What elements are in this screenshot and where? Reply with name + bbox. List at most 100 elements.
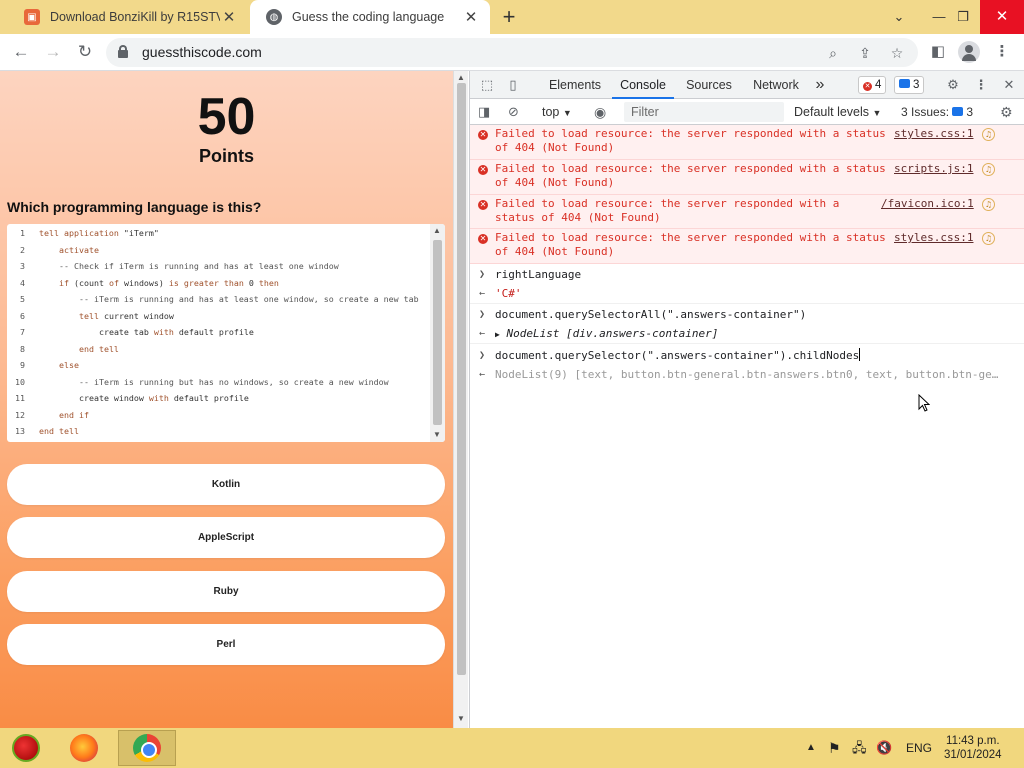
close-tab-icon[interactable]: ✕ xyxy=(220,8,238,26)
code-line: 3 -- Check if iTerm is running and has a… xyxy=(7,258,339,275)
bookmark-star-icon[interactable]: ☆ xyxy=(886,42,908,64)
tab-console[interactable]: Console xyxy=(612,71,674,99)
tab-sources[interactable]: Sources xyxy=(680,71,738,99)
lightbulb-icon[interactable]: ♫ xyxy=(982,128,995,141)
error-count: 4 xyxy=(875,79,882,91)
message-count-badge[interactable]: 3 xyxy=(894,76,925,94)
devtools-menu-icon[interactable]: ⋮ xyxy=(972,76,990,94)
error-source-link[interactable]: /favicon.ico:1 xyxy=(881,197,974,210)
taskbar-bonzikill-app[interactable] xyxy=(4,730,48,766)
zoom-icon[interactable]: ⌕ xyxy=(822,42,844,64)
forward-arrow-icon[interactable]: → xyxy=(41,40,65,64)
lightbulb-icon[interactable]: ♫ xyxy=(982,163,995,176)
taskbar-firefox-app[interactable] xyxy=(62,730,106,766)
close-devtools-icon[interactable]: ✕ xyxy=(1000,76,1018,94)
code-line: 2 activate xyxy=(7,242,99,259)
line-number: 7 xyxy=(20,327,25,337)
code-token: windows) xyxy=(123,277,169,288)
sidebar-toggle-icon[interactable]: ◨ xyxy=(478,99,490,125)
error-message: Failed to load resource: the server resp… xyxy=(495,231,886,244)
share-icon[interactable]: ⇪ xyxy=(854,42,876,64)
error-source-link[interactable]: styles.css:1 xyxy=(894,231,973,244)
inspect-element-icon[interactable]: ⬚ xyxy=(478,76,496,94)
tab-bonzikill[interactable]: ▣ Download BonziKill by R15STV - ✕ xyxy=(8,0,248,34)
console-result-line: ← ▶ NodeList [div.answers-container] xyxy=(470,324,1024,344)
clear-console-icon[interactable]: ⊘ xyxy=(508,99,519,125)
scroll-up-arrow-icon[interactable]: ▲ xyxy=(457,73,465,82)
settings-gear-icon[interactable]: ⚙ xyxy=(944,76,962,94)
profile-avatar-icon[interactable] xyxy=(957,40,981,64)
filter-input[interactable]: Filter xyxy=(624,102,784,122)
new-tab-button[interactable]: + xyxy=(498,6,520,28)
answer-button-perl[interactable]: Perl xyxy=(7,624,445,665)
line-number: 3 xyxy=(20,261,25,271)
scroll-thumb[interactable] xyxy=(457,83,466,675)
bonzi-favicon-icon: ▣ xyxy=(24,9,40,25)
code-token: create tab xyxy=(98,327,154,337)
language-indicator[interactable]: ENG xyxy=(906,728,932,768)
action-center-flag-icon[interactable]: ⚑ xyxy=(828,728,841,768)
live-expression-eye-icon[interactable]: ◉ xyxy=(594,99,606,125)
answer-button-kotlin[interactable]: Kotlin xyxy=(7,464,445,505)
volume-muted-icon[interactable]: 🔇 xyxy=(876,728,892,768)
system-clock[interactable]: 11:43 p.m. 31/01/2024 xyxy=(944,734,1002,762)
code-line: 8 end tell xyxy=(7,341,119,358)
code-token: -- Check if iTerm is running and has at … xyxy=(58,261,339,271)
console-prompt-input[interactable]: document.querySelector(".answers-contain… xyxy=(495,346,861,366)
error-count-badge[interactable]: ✕ 4 xyxy=(858,76,887,94)
device-toolbar-icon[interactable]: ▯ xyxy=(504,76,522,94)
nodelist-result[interactable]: ▶ NodeList [div.answers-container] xyxy=(495,324,718,345)
tab-search-chevron-icon[interactable]: ⌄ xyxy=(878,0,920,34)
page-scrollbar[interactable]: ▲ ▼ xyxy=(453,71,468,728)
restore-button[interactable]: ❐ xyxy=(942,0,984,34)
address-bar[interactable]: guessthiscode.com ⌕ ⇪ ☆ xyxy=(106,38,918,67)
scroll-down-arrow-icon[interactable]: ▼ xyxy=(457,714,465,723)
error-message-cont: status of 404 (Not Found) xyxy=(495,211,661,224)
code-token: of xyxy=(108,277,124,288)
scroll-up-arrow-icon[interactable]: ▲ xyxy=(433,226,441,235)
tab-guess-language[interactable]: ◍ Guess the coding language ✕ xyxy=(250,0,490,34)
code-token: "iTerm" xyxy=(123,228,159,238)
console-input[interactable]: document.querySelectorAll(".answers-cont… xyxy=(495,305,806,325)
log-levels-dropdown[interactable]: Default levels ▼ xyxy=(794,99,881,125)
expand-triangle-icon[interactable]: ▶ xyxy=(495,330,500,339)
url-text[interactable]: guessthiscode.com xyxy=(142,44,262,60)
context-selector[interactable]: top ▼ xyxy=(542,99,572,125)
answer-button-ruby[interactable]: Ruby xyxy=(7,571,445,612)
error-message-cont: of 404 (Not Found) xyxy=(495,176,615,189)
lightbulb-icon[interactable]: ♫ xyxy=(982,198,995,211)
side-panel-icon[interactable]: ◧ xyxy=(926,40,950,64)
console-settings-gear-icon[interactable]: ⚙ xyxy=(1000,99,1013,125)
console-result-line: ← 'C#' xyxy=(470,284,1024,304)
network-icon[interactable]: 🖧 xyxy=(852,728,867,768)
tab-network[interactable]: Network xyxy=(746,71,806,99)
answer-button-applescript[interactable]: AppleScript xyxy=(7,517,445,558)
scroll-down-arrow-icon[interactable]: ▼ xyxy=(433,430,441,439)
back-arrow-icon[interactable]: ← xyxy=(9,40,33,64)
tray-overflow-chevron-icon[interactable]: ▲ xyxy=(806,728,816,768)
scroll-thumb[interactable] xyxy=(433,240,442,425)
question-heading: Which programming language is this? xyxy=(7,199,262,215)
lock-icon[interactable] xyxy=(118,45,128,58)
lightbulb-icon[interactable]: ♫ xyxy=(982,232,995,245)
close-tab-icon[interactable]: ✕ xyxy=(462,8,480,26)
code-token: 0 xyxy=(248,277,259,288)
issues-button[interactable]: 3 Issues: 3 xyxy=(901,99,973,125)
code-scrollbar[interactable]: ▲ ▼ xyxy=(430,224,445,442)
kebab-menu-icon[interactable]: ⋮ xyxy=(990,40,1014,64)
reload-icon[interactable]: ↻ xyxy=(73,40,97,64)
console-input[interactable]: rightLanguage xyxy=(495,265,581,285)
error-source-link[interactable]: scripts.js:1 xyxy=(894,162,973,175)
taskbar-chrome-app[interactable] xyxy=(118,730,176,766)
error-message: Failed to load resource: the server resp… xyxy=(495,162,886,175)
globe-favicon-icon: ◍ xyxy=(266,9,282,25)
console-result[interactable]: 'C#' xyxy=(495,284,522,304)
more-tabs-chevron-icon[interactable]: » xyxy=(812,71,828,99)
error-source-link[interactable]: styles.css:1 xyxy=(894,127,973,140)
prompt-text: document.querySelector(".answers-contain… xyxy=(495,349,860,362)
result-arrow-icon: ← xyxy=(479,369,486,380)
code-token: if xyxy=(58,277,74,288)
window-close-button[interactable]: ✕ xyxy=(980,0,1024,34)
tab-elements[interactable]: Elements xyxy=(542,71,608,99)
console-input-line: ❯ rightLanguage xyxy=(470,265,1024,285)
